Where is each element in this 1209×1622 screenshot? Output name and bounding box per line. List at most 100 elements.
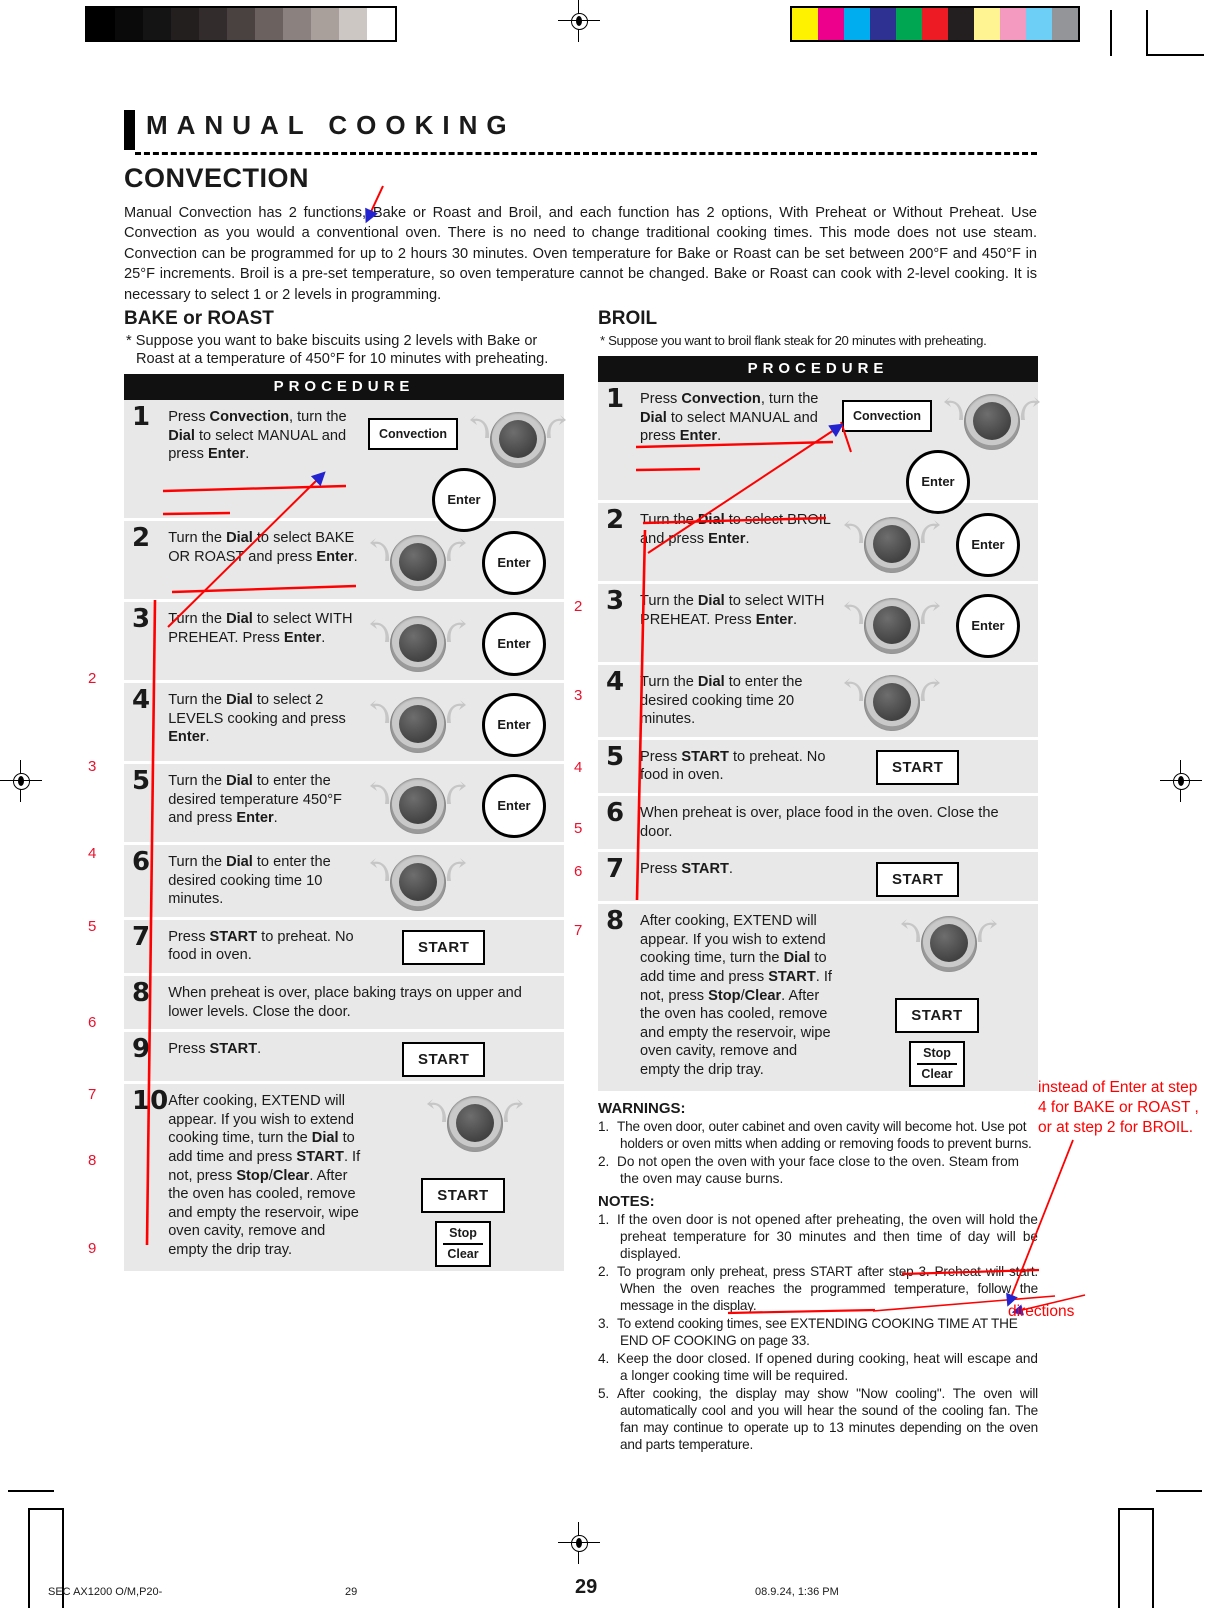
rotate-right-arrow-icon	[918, 600, 940, 626]
dial-knob-icon[interactable]	[427, 1096, 523, 1153]
step-instruction: Press Convection, turn the Dial to selec…	[640, 391, 819, 445]
step-art-cell: Enter	[368, 682, 564, 763]
annotation-note-directions: directions	[1008, 1303, 1075, 1320]
procedure-step-row: 10 After cooking, EXTEND will appear. If …	[124, 1083, 564, 1273]
procedure-step-row: 9 Press START. START	[124, 1031, 564, 1083]
rotate-right-arrow-icon	[444, 780, 466, 806]
margin-annotation-number: 4	[88, 845, 97, 862]
step-instruction: After cooking, EXTEND will appear. If yo…	[168, 1093, 361, 1258]
procedure-step-row: 2 Turn the Dial to select BROIL and press…	[598, 502, 1038, 583]
stop-clear-button[interactable]: Stop Clear	[435, 1221, 491, 1268]
rotate-right-arrow-icon	[918, 677, 940, 703]
start-button[interactable]: START	[402, 1042, 486, 1078]
procedure-table-bake: 1 Press Convection, turn the Dial to sele…	[124, 400, 566, 1275]
margin-annotation-number: 2	[574, 598, 583, 615]
step-instruction: Turn the Dial to select BAKE OR ROAST an…	[168, 530, 358, 565]
enter-button[interactable]: Enter	[956, 594, 1020, 658]
procedure-header-broil: PROCEDURE	[598, 356, 1038, 382]
step-number: 3	[132, 604, 151, 634]
step-instruction: Press START.	[168, 1041, 262, 1058]
step-instruction: Press START to preheat. No food in oven.	[640, 748, 826, 784]
warnings-list: 1. The oven door, outer cabinet and oven …	[598, 1118, 1038, 1187]
step-art-cell: START	[842, 738, 1038, 794]
enter-button[interactable]: Enter	[482, 531, 546, 595]
step-illustration: START	[842, 856, 1032, 898]
bake-or-roast-column: BAKE or ROAST * Suppose you want to bake…	[124, 308, 566, 1275]
list-item: 4. Keep the door closed. If opened during…	[598, 1351, 1038, 1384]
start-button[interactable]: START	[876, 862, 960, 898]
procedure-step-row: 2 Turn the Dial to select BAKE OR ROAST a…	[124, 520, 564, 601]
list-item: 1. The oven door, outer cabinet and oven …	[598, 1119, 1032, 1152]
dial-knob-icon[interactable]	[370, 535, 466, 591]
subsection-heading-bake: BAKE or ROAST	[124, 308, 274, 329]
rotate-right-arrow-icon	[444, 699, 466, 725]
notes-title: NOTES:	[598, 1193, 655, 1211]
dial-knob-icon[interactable]	[844, 517, 940, 573]
header-divider	[135, 152, 1037, 155]
margin-annotation-number: 5	[88, 918, 97, 935]
step-art-cell	[842, 664, 1038, 739]
procedure-step-row: 7 Press START. START	[598, 851, 1038, 903]
rotate-left-arrow-icon	[901, 918, 923, 944]
dial-knob-icon[interactable]	[901, 916, 997, 973]
list-item-number: 2.	[598, 1154, 610, 1170]
margin-annotation-number: 7	[88, 1086, 97, 1103]
dial-knob-icon[interactable]	[370, 855, 466, 911]
rotate-right-arrow-icon	[975, 918, 997, 944]
step-instruction: Press START to preheat. No food in oven.	[168, 928, 354, 964]
step-number: 4	[606, 667, 625, 697]
dial-knob-icon[interactable]	[844, 675, 940, 731]
step-instruction: Press Convection, turn the Dial to selec…	[168, 409, 347, 463]
procedure-header-bake: PROCEDURE	[124, 374, 564, 400]
step-art-cell: Enter	[368, 520, 564, 601]
convection-button[interactable]: Convection	[368, 418, 459, 450]
rotate-right-arrow-icon	[444, 537, 466, 563]
rotate-left-arrow-icon	[844, 677, 866, 703]
enter-button[interactable]: Enter	[906, 450, 970, 514]
step-art-cell: START Stop Clear	[842, 903, 1038, 1093]
annotation-note-instead-of-enter: instead of Enter at step 4 for BAKE or R…	[1038, 1079, 1199, 1136]
procedure-step-row: 8 When preheat is over, place baking tray…	[124, 974, 564, 1031]
step-number: 2	[132, 523, 151, 553]
step-number: 10	[132, 1086, 169, 1117]
enter-button[interactable]: Enter	[956, 513, 1020, 577]
step-art-cell: Enter	[368, 601, 564, 682]
dial-knob-icon[interactable]	[470, 412, 566, 468]
start-button[interactable]: START	[421, 1178, 505, 1214]
step-number: 7	[132, 921, 151, 952]
subsection-heading-broil: BROIL	[598, 308, 658, 329]
step-art-cell	[368, 844, 564, 919]
broil-example-text: * Suppose you want to broil flank steak …	[600, 333, 987, 348]
rotate-right-arrow-icon	[1018, 396, 1040, 422]
enter-button[interactable]: Enter	[432, 468, 496, 532]
step-art-cell: Enter	[842, 583, 1038, 664]
start-button[interactable]: START	[402, 929, 486, 965]
list-item-number: 2.	[598, 1264, 609, 1280]
stop-label: Stop	[923, 1046, 951, 1061]
list-item-number: 4.	[598, 1351, 610, 1367]
stop-clear-button[interactable]: Stop Clear	[909, 1041, 965, 1088]
manual-page: MANUAL COOKING CONVECTION Manual Convect…	[0, 0, 1209, 1622]
enter-button[interactable]: Enter	[482, 612, 546, 676]
convection-button[interactable]: Convection	[842, 400, 933, 432]
list-item-number: 1.	[598, 1212, 610, 1228]
margin-annotation-number: 6	[88, 1014, 97, 1031]
start-button[interactable]: START	[895, 998, 979, 1034]
start-button[interactable]: START	[876, 749, 960, 785]
enter-button[interactable]: Enter	[482, 774, 546, 838]
step-number: 8	[132, 977, 151, 1008]
step-number: 8	[606, 906, 625, 937]
step-instruction: Turn the Dial to select BROIL and press …	[640, 512, 831, 547]
step-illustration	[368, 849, 558, 911]
dial-knob-icon[interactable]	[370, 697, 466, 753]
step-number: 2	[606, 505, 625, 535]
dial-knob-icon[interactable]	[370, 778, 466, 834]
step-illustration: Convection Enter	[368, 404, 566, 532]
margin-annotation-number: 2	[88, 670, 97, 687]
procedure-step-row: 3 Turn the Dial to select WITH PREHEAT. P…	[598, 583, 1038, 664]
dial-knob-icon[interactable]	[844, 598, 940, 654]
enter-button[interactable]: Enter	[482, 693, 546, 757]
dial-knob-icon[interactable]	[370, 616, 466, 672]
procedure-step-row: 4 Turn the Dial to select 2 LEVELS cookin…	[124, 682, 564, 763]
dial-knob-icon[interactable]	[944, 394, 1040, 450]
